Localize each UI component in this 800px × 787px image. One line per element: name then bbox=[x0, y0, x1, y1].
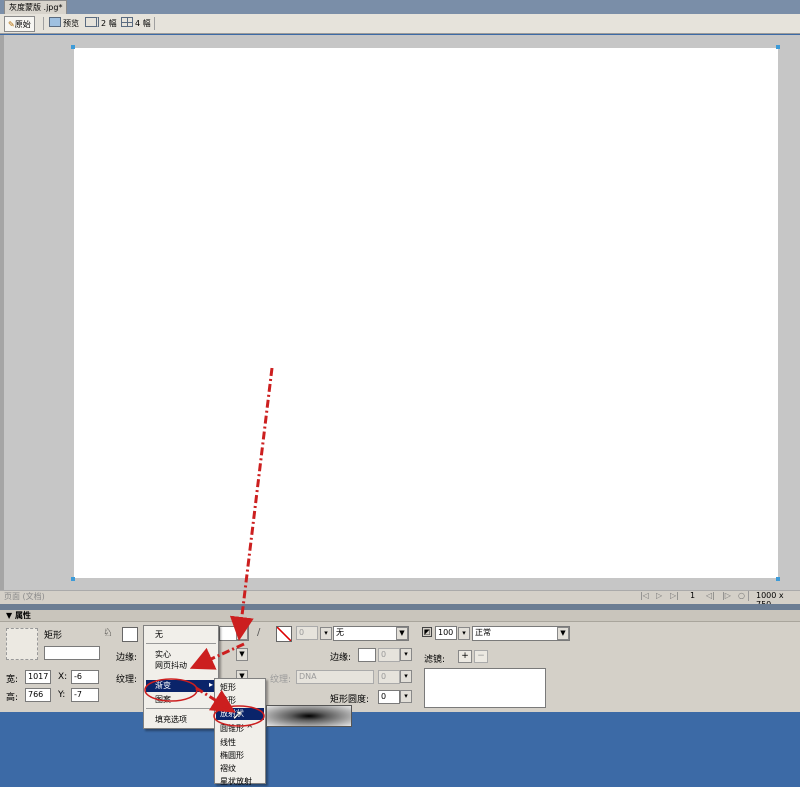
annotation-arrow-to-fill-menu bbox=[189, 642, 245, 670]
annotation-ellipse-gradient bbox=[144, 678, 198, 702]
annotation-arrow-to-submenu bbox=[195, 686, 236, 713]
annotation-ellipse-radial bbox=[213, 705, 265, 727]
annotation-arrow-to-fill-dropdown bbox=[229, 367, 274, 641]
tutorial-annotations bbox=[144, 367, 274, 727]
